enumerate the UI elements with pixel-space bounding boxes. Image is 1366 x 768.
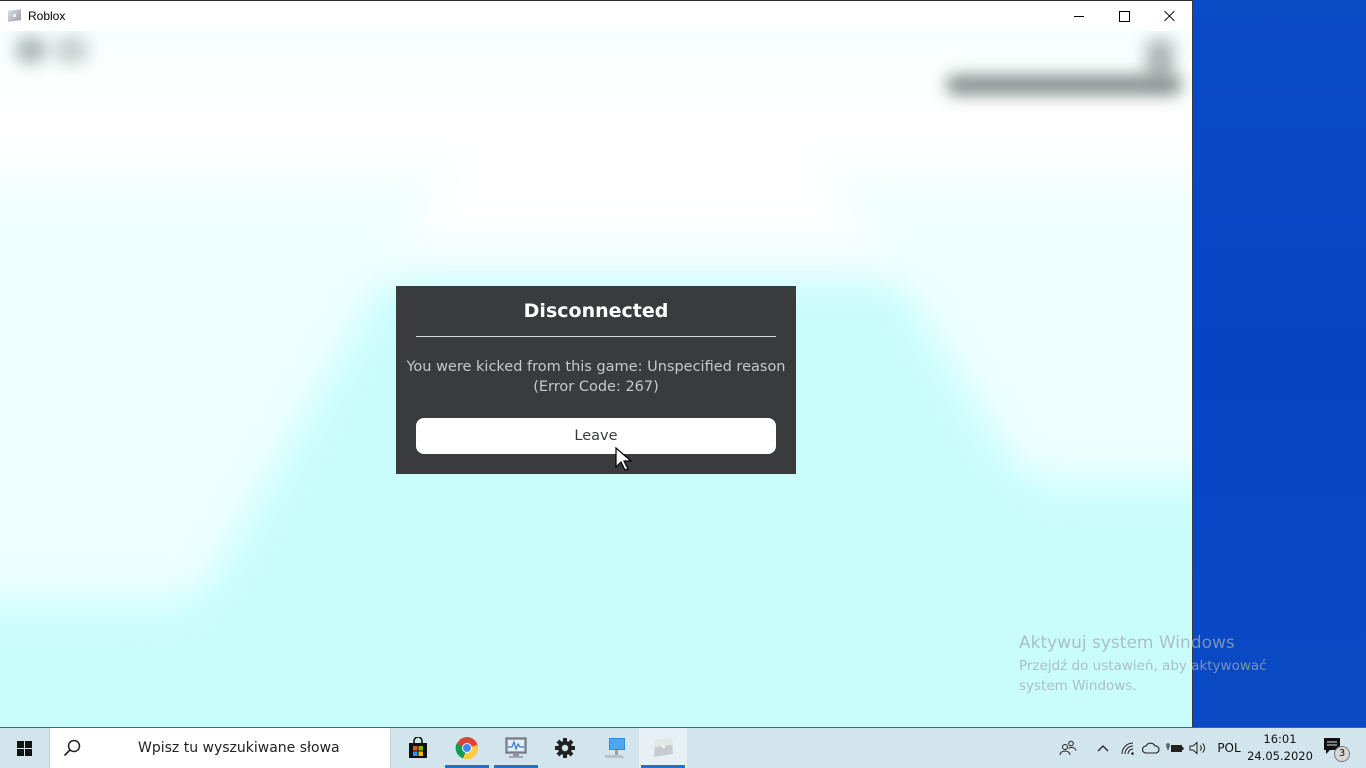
taskbar-app-this-pc[interactable] <box>590 728 638 768</box>
disconnected-dialog: Disconnected You were kicked from this g… <box>396 286 796 474</box>
activation-title: Aktywuj system Windows <box>1019 633 1235 653</box>
roblox-window: Roblox Disconnected You were kicked from… <box>0 0 1193 727</box>
taskbar-app-settings[interactable] <box>541 728 589 768</box>
clock-time: 16:01 <box>1263 732 1297 746</box>
search-icon <box>63 739 81 757</box>
mouse-cursor-icon <box>615 447 633 471</box>
window-title: Roblox <box>28 9 66 23</box>
network-button[interactable] <box>1118 728 1138 768</box>
computer-icon <box>604 738 625 758</box>
blurred-wall-right <box>836 181 1192 481</box>
volume-button[interactable] <box>1188 728 1208 768</box>
taskbar-app-performance-monitor[interactable] <box>492 728 540 768</box>
input-language-button[interactable]: POL <box>1212 728 1246 768</box>
clock-button[interactable]: 16:01 24.05.2020 <box>1246 731 1314 765</box>
error-code-text: (Error Code: 267) <box>533 379 659 395</box>
blurred-chat-button <box>54 37 88 63</box>
battery-charging-icon <box>1166 743 1184 752</box>
language-indicator: POL <box>1217 741 1241 755</box>
people-icon <box>1059 740 1077 756</box>
kick-reason-text: You were kicked from this game: Unspecif… <box>406 359 786 375</box>
speaker-icon <box>1189 741 1205 755</box>
show-hidden-icons-button[interactable] <box>1092 728 1114 768</box>
windows-logo-icon <box>16 740 32 756</box>
wifi-icon <box>1121 742 1134 755</box>
cloud-icon <box>1142 742 1160 754</box>
search-placeholder: Wpisz tu wyszukiwane słowa <box>138 740 340 756</box>
clock-date: 24.05.2020 <box>1247 749 1313 763</box>
dialog-title: Disconnected <box>523 300 669 322</box>
action-center-button[interactable]: 3 <box>1320 736 1350 764</box>
onedrive-button[interactable] <box>1141 728 1161 768</box>
maximize-icon <box>1118 10 1130 22</box>
title-bar[interactable]: Roblox <box>0 1 1192 31</box>
dialog-message: You were kicked from this game: Unspecif… <box>406 357 786 397</box>
blurred-player-icon <box>1146 39 1174 79</box>
maximize-button[interactable] <box>1101 1 1147 31</box>
taskbar-app-store[interactable] <box>394 728 442 768</box>
chrome-icon <box>455 737 478 760</box>
battery-button[interactable] <box>1164 728 1186 768</box>
taskbar: Wpisz tu wyszukiwane słowa POL 16:01 24.… <box>0 727 1366 768</box>
taskbar-search-box[interactable]: Wpisz tu wyszukiwane słowa <box>49 728 391 768</box>
chevron-up-icon <box>1097 745 1109 752</box>
roblox-icon <box>8 9 21 22</box>
blurred-player-list <box>946 75 1182 95</box>
taskbar-app-roblox[interactable] <box>639 728 687 768</box>
roblox-icon <box>654 738 673 757</box>
close-button[interactable] <box>1147 1 1192 31</box>
activation-subtitle: Przejdź do ustawień, aby aktywować syste… <box>1019 658 1267 694</box>
monitor-chart-icon <box>505 737 527 758</box>
people-button[interactable] <box>1055 728 1081 768</box>
close-icon <box>1164 10 1176 22</box>
dialog-divider <box>416 336 776 337</box>
windows-activation-watermark: Aktywuj system Windows Przejdź do ustawi… <box>1019 632 1319 696</box>
blurred-menu-button <box>16 37 46 63</box>
minimize-icon <box>1074 15 1084 17</box>
store-icon <box>409 737 427 758</box>
taskbar-app-chrome[interactable] <box>443 728 491 768</box>
notification-count-badge: 3 <box>1334 746 1350 762</box>
blurred-wall-left <box>0 181 442 601</box>
gear-icon <box>555 738 575 758</box>
leave-button[interactable]: Leave <box>416 418 776 454</box>
minimize-button[interactable] <box>1056 1 1102 31</box>
start-button[interactable] <box>0 728 48 768</box>
